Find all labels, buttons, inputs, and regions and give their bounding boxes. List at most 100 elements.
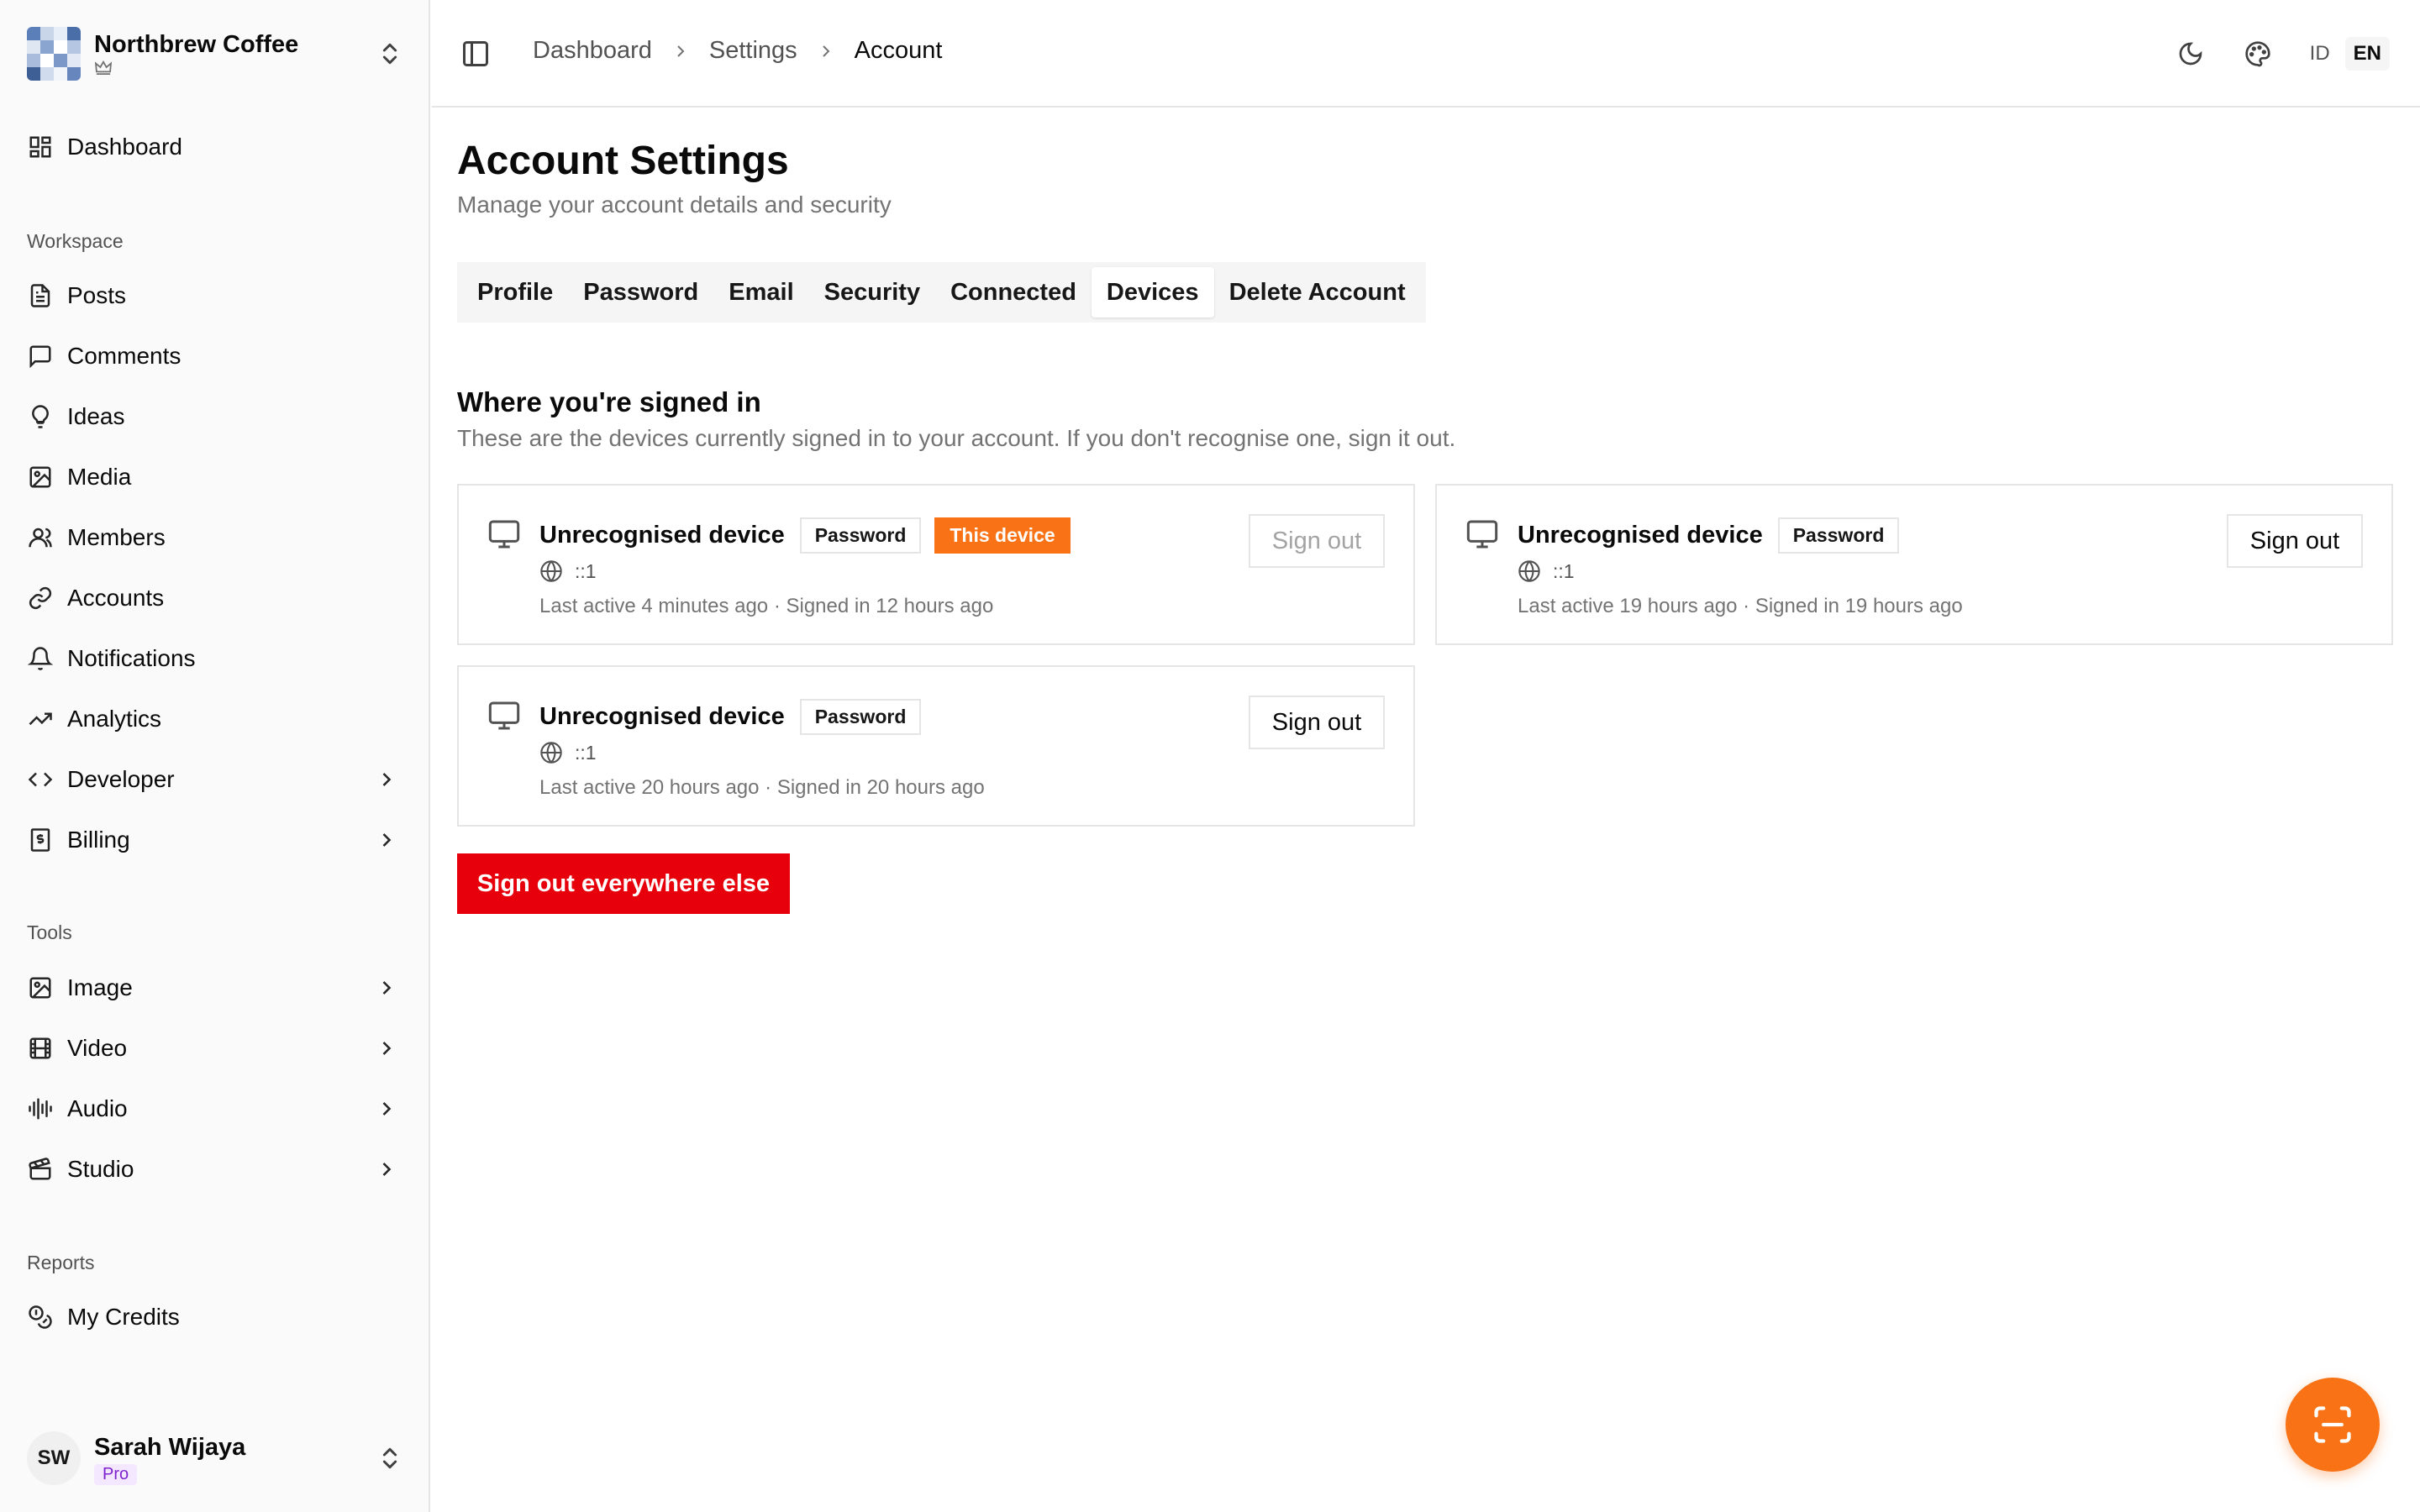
sign-out-button[interactable]: Sign out	[1249, 696, 1385, 749]
chevron-right-icon	[382, 1042, 392, 1055]
section-description: These are the devices currently signed i…	[457, 425, 1456, 451]
sidebar-item-label: Audio	[67, 1095, 128, 1121]
device-card: Unrecognised device Password ::1 Last ac…	[1435, 484, 2393, 645]
user-name: Sarah Wijaya	[94, 1433, 246, 1461]
sidebar-item-developer[interactable]: Developer	[27, 754, 403, 805]
device-card: Unrecognised device Password This device…	[457, 484, 1415, 645]
sidebar-item-label: Developer	[67, 766, 175, 792]
theme-toggle-button[interactable]	[2170, 34, 2211, 74]
sidebar-item-label: My Credits	[67, 1304, 180, 1330]
sidebar-item-dashboard[interactable]: Dashboard	[27, 122, 403, 172]
sidebar-item-studio[interactable]: Studio	[27, 1144, 403, 1194]
monitor-icon	[488, 520, 520, 549]
sidebar-item-members[interactable]: Members	[27, 512, 403, 563]
tab-email[interactable]: Email	[713, 267, 808, 318]
sidebar-item-posts[interactable]: Posts	[27, 270, 403, 321]
tab-password[interactable]: Password	[568, 267, 713, 318]
lightbulb-icon	[27, 403, 54, 430]
sidebar-item-media[interactable]: Media	[27, 452, 403, 502]
image-icon	[27, 464, 54, 491]
palette-button[interactable]	[2238, 34, 2278, 74]
chevron-right-icon	[677, 45, 685, 57]
this-device-badge: This device	[934, 517, 1071, 554]
section-title: Where you're signed in	[457, 386, 761, 417]
bell-icon	[27, 645, 54, 672]
chevron-right-icon	[822, 45, 830, 57]
lang-id-button[interactable]: ID	[2302, 37, 2338, 71]
film-icon	[27, 1035, 54, 1062]
tab-profile[interactable]: Profile	[462, 267, 568, 318]
sidebar-item-label: Video	[67, 1035, 128, 1061]
sidebar-item-label: Studio	[67, 1156, 134, 1182]
sidebar-item-accounts[interactable]: Accounts	[27, 573, 403, 623]
sidebar-item-ideas[interactable]: Ideas	[27, 391, 403, 442]
sign-out-everywhere-button[interactable]: Sign out everywhere else	[457, 853, 790, 914]
coins-icon	[27, 1304, 54, 1331]
device-ip: ::1	[575, 741, 597, 764]
chevrons-up-down-icon	[382, 1447, 397, 1469]
sidebar: Northbrew Coffee Dashboard Workspace Pos…	[0, 0, 430, 1512]
section-label-workspace: Workspace	[27, 230, 124, 252]
sidebar-item-label: Analytics	[67, 706, 162, 732]
palette-icon	[2244, 41, 2270, 67]
sidebar-item-label: Members	[67, 524, 166, 550]
chevrons-up-down-icon	[382, 43, 397, 65]
tab-security[interactable]: Security	[809, 267, 935, 318]
section-label-reports: Reports	[27, 1252, 95, 1273]
plan-badge: Pro	[94, 1463, 138, 1485]
sidebar-item-audio[interactable]: Audio	[27, 1084, 403, 1134]
lang-en-button[interactable]: EN	[2344, 37, 2390, 71]
tab-devices[interactable]: Devices	[1091, 267, 1214, 318]
org-logo	[27, 27, 81, 81]
page-title: Account Settings	[457, 139, 789, 183]
device-activity: Last active 4 minutes ago · Signed in 12…	[539, 595, 994, 617]
device-card: Unrecognised device Password ::1 Last ac…	[457, 665, 1415, 827]
globe-icon	[540, 742, 562, 764]
scan-button[interactable]	[2286, 1378, 2380, 1472]
sign-out-button[interactable]: Sign out	[1249, 514, 1385, 568]
settings-tabs: Profile Password Email Security Connecte…	[457, 262, 1426, 323]
globe-icon	[1518, 560, 1540, 582]
clapperboard-icon	[27, 1156, 54, 1183]
top-bar: Dashboard Settings Account ID EN	[432, 0, 2420, 108]
moon-icon	[2179, 42, 2202, 66]
chevron-right-icon	[382, 981, 392, 995]
device-ip: ::1	[575, 559, 597, 582]
page-subtitle: Manage your account details and security	[457, 192, 892, 218]
tab-delete-account[interactable]: Delete Account	[1214, 267, 1421, 318]
sidebar-item-my-credits[interactable]: My Credits	[27, 1292, 403, 1342]
sidebar-item-image[interactable]: Image	[27, 963, 403, 1013]
file-text-icon	[27, 282, 54, 309]
sign-out-button[interactable]: Sign out	[2227, 514, 2363, 568]
chevron-right-icon	[382, 773, 392, 786]
auth-method-badge: Password	[799, 699, 922, 735]
sidebar-item-notifications[interactable]: Notifications	[27, 633, 403, 684]
sidebar-item-label: Ideas	[67, 403, 125, 429]
device-name: Unrecognised device	[539, 703, 785, 730]
org-switcher[interactable]: Northbrew Coffee	[27, 24, 403, 84]
image-icon	[27, 974, 54, 1001]
sidebar-item-label: Billing	[67, 827, 130, 853]
link-icon	[27, 585, 54, 612]
monitor-icon	[1466, 520, 1498, 549]
user-menu[interactable]: SW Sarah Wijaya Pro	[27, 1428, 403, 1488]
sidebar-item-video[interactable]: Video	[27, 1023, 403, 1074]
device-name: Unrecognised device	[1518, 522, 1763, 549]
tab-connected[interactable]: Connected	[935, 267, 1092, 318]
crown-icon	[94, 60, 376, 79]
code-icon	[27, 766, 54, 793]
device-activity: Last active 20 hours ago · Signed in 20 …	[539, 776, 985, 799]
sidebar-item-comments[interactable]: Comments	[27, 331, 403, 381]
sidebar-toggle-icon[interactable]	[460, 39, 491, 69]
breadcrumb-settings[interactable]: Settings	[709, 37, 797, 65]
avatar: SW	[27, 1431, 81, 1485]
sidebar-item-label: Posts	[67, 282, 127, 308]
sidebar-item-label: Image	[67, 974, 133, 1000]
sidebar-item-label: Notifications	[67, 645, 196, 671]
auth-method-badge: Password	[1777, 517, 1900, 554]
sidebar-item-analytics[interactable]: Analytics	[27, 694, 403, 744]
scan-icon	[2314, 1406, 2351, 1443]
sidebar-item-billing[interactable]: Billing	[27, 815, 403, 865]
breadcrumb-dashboard[interactable]: Dashboard	[533, 37, 652, 65]
auth-method-badge: Password	[799, 517, 922, 554]
